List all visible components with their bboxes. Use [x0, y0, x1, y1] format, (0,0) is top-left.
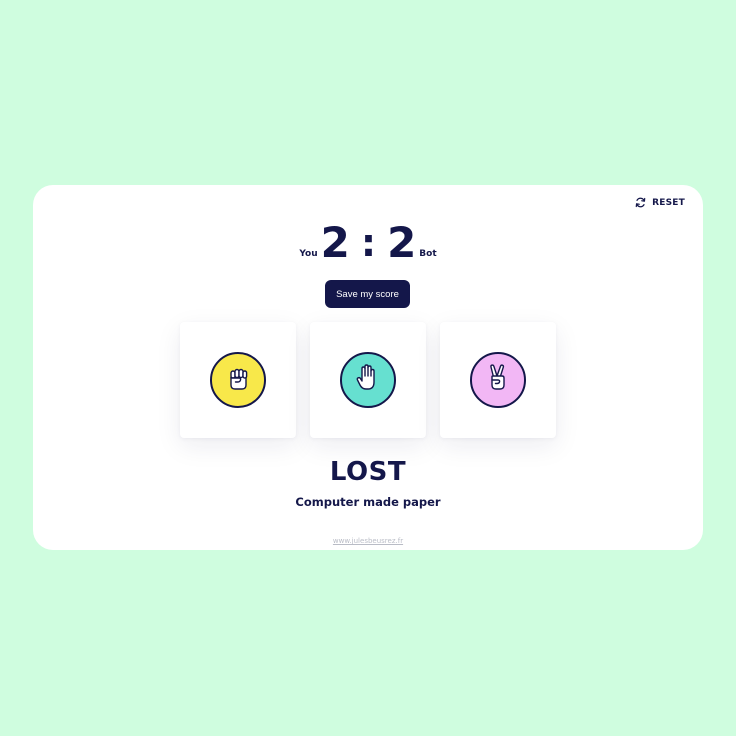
bot-score: 2: [387, 218, 417, 267]
game-card: RESET You 2 : 2 Bot Save my score LOST C…: [33, 185, 703, 550]
score-separator: :: [360, 221, 377, 265]
scoreboard: You 2 : 2 Bot: [33, 218, 703, 267]
rock-circle: [210, 352, 266, 408]
choice-scissors[interactable]: [440, 322, 556, 438]
scissors-hand-icon: [483, 363, 513, 397]
bot-label: Bot: [419, 249, 437, 259]
player-score: 2: [320, 218, 350, 267]
reset-button[interactable]: RESET: [635, 197, 685, 208]
scissors-circle: [470, 352, 526, 408]
refresh-icon: [635, 197, 646, 208]
paper-circle: [340, 352, 396, 408]
choice-paper[interactable]: [310, 322, 426, 438]
choice-list: [180, 322, 556, 438]
reset-label: RESET: [652, 197, 685, 208]
rock-fist-icon: [223, 363, 253, 397]
paper-hand-icon: [353, 363, 383, 397]
save-score-button[interactable]: Save my score: [325, 280, 410, 308]
result-title: LOST: [329, 457, 407, 487]
player-label: You: [299, 249, 318, 259]
result-message: Computer made paper: [295, 495, 441, 509]
footer-link[interactable]: www.julesbeusrez.fr: [33, 537, 703, 545]
choice-rock[interactable]: [180, 322, 296, 438]
